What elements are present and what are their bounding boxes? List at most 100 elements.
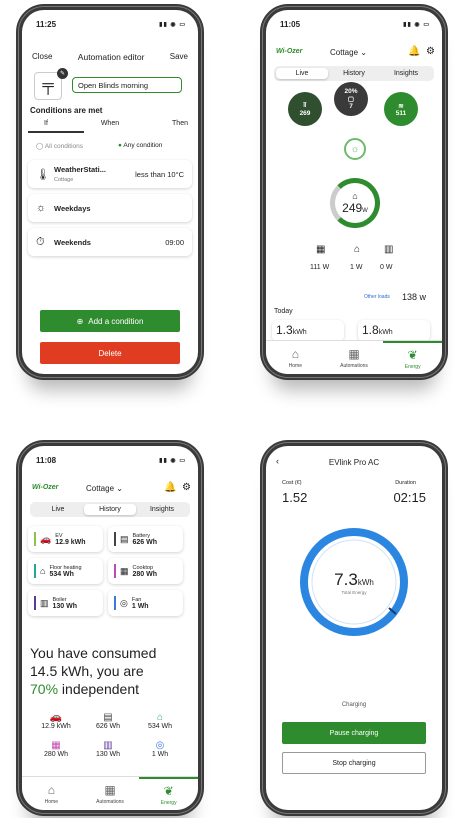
condition-weatherstation[interactable]: 🌡 WeatherStati... Cottage less than 10°C xyxy=(28,160,192,188)
load-icon: ⌂ xyxy=(40,566,46,576)
wifi-icon: ≋ xyxy=(398,102,404,110)
load-icon: ▥ xyxy=(40,597,49,608)
edit-icon[interactable]: ✎ xyxy=(57,68,68,79)
phone-ev-charger: ‹ EVlink Pro AC Cost (€) 1.52 Duration 0… xyxy=(260,440,448,816)
grid-icon: ▦ xyxy=(348,346,360,361)
close-button[interactable]: Close xyxy=(32,52,52,62)
any-condition-radio[interactable]: ● Any condition xyxy=(118,142,162,149)
load-icon: 🚗 xyxy=(40,533,52,544)
pause-charging-button[interactable]: Pause charging xyxy=(282,722,426,744)
leaf-icon: ❦ xyxy=(407,347,418,362)
battery-bubble[interactable]: ≋ 511 xyxy=(384,92,418,126)
load-card[interactable]: ⌂ Floor heating 534 Wh xyxy=(28,558,103,584)
status-text: Charging xyxy=(341,702,367,708)
grid-icon: ▦ xyxy=(104,782,116,797)
nav-home[interactable]: ⌂ Home xyxy=(266,341,325,374)
load-icon: ▤ xyxy=(120,533,129,544)
load-value: 111 W xyxy=(310,264,330,271)
condition-weekdays[interactable]: ☼ Weekdays xyxy=(28,194,192,222)
tab-then[interactable]: Then xyxy=(172,120,188,127)
stop-charging-button[interactable]: Stop charging xyxy=(282,752,426,774)
other-loads-value: 138 w xyxy=(402,292,427,302)
all-conditions-radio[interactable]: ◯ All conditions xyxy=(36,142,83,150)
status-icons: ▮▮ ◉ ▭ xyxy=(403,21,430,28)
house-icon: ⌂ xyxy=(47,782,55,797)
today-label: Today xyxy=(274,308,293,315)
site-selector[interactable]: Cottage ⌄ xyxy=(86,484,123,493)
nav-automations[interactable]: ▦ Automations xyxy=(325,341,384,374)
section-title: Conditions are met xyxy=(30,106,103,115)
tab-history[interactable]: History xyxy=(328,68,380,79)
condition-weekends[interactable]: ⏱ Weekends 09:00 xyxy=(28,228,192,256)
other-loads-link[interactable]: Other loads xyxy=(364,294,390,300)
energy-label: Total Energy xyxy=(341,590,367,595)
load-value: 0 W xyxy=(380,264,393,271)
page-title: Automation editor xyxy=(77,52,145,62)
load-icon: ◎ xyxy=(120,597,128,608)
house-icon: ⌂ xyxy=(352,191,358,201)
leaf-icon: ❦ xyxy=(163,783,174,798)
sun-icon: ☼ xyxy=(36,202,47,214)
energy-value: 7.3kWh xyxy=(334,570,374,589)
nav-home[interactable]: ⌂ Home xyxy=(22,777,81,810)
status-icons: ▮▮ ◉ ▭ xyxy=(159,457,186,464)
brand-logo: Wi-Ozer xyxy=(32,484,59,491)
load-card[interactable]: ▤ Battery 626 Wh xyxy=(108,526,183,552)
tab-live[interactable]: Live xyxy=(32,504,84,515)
gear-icon[interactable]: ⚙ xyxy=(182,482,191,493)
delete-button[interactable]: Delete xyxy=(40,342,180,364)
today-card[interactable]: 1.8kWh xyxy=(358,320,430,342)
consumption-summary: You have consumed 14.5 kWh, you are 70% i… xyxy=(30,645,157,697)
save-button[interactable]: Save xyxy=(170,52,188,62)
thermometer-icon: 🌡 xyxy=(36,168,50,181)
grid-bubble[interactable]: ⫪ 269 xyxy=(288,92,322,126)
load-card[interactable]: 🚗 EV 12.9 kWh xyxy=(28,526,103,552)
add-condition-button[interactable]: ⊕ Add a condition xyxy=(40,310,180,332)
brand-logo: Wi-Ozer xyxy=(276,48,303,55)
load-card[interactable]: ▥ Boiler 130 Wh xyxy=(28,590,103,616)
home-consumption-ring: ⌂ 249W xyxy=(330,178,380,228)
cooktop-icon: ▦ xyxy=(316,244,326,255)
page-title: EVlink Pro AC xyxy=(328,458,380,467)
gear-icon[interactable]: ⚙ xyxy=(426,46,435,57)
duration-label: Duration xyxy=(395,480,416,486)
load-card[interactable]: ◎ Fan 1 Wh xyxy=(108,590,183,616)
load-stat: ◎ 1 Wh xyxy=(151,740,169,758)
chevron-down-icon: ⌄ xyxy=(116,484,123,493)
nav-energy[interactable]: ❦ Energy xyxy=(139,777,198,810)
tab-if[interactable]: If xyxy=(44,120,48,127)
plus-icon: ⊕ xyxy=(76,316,84,326)
today-card[interactable]: 1.3kWh xyxy=(272,320,344,342)
solar-bubble[interactable]: 20% ▢ 7 xyxy=(334,82,368,116)
tab-history[interactable]: History xyxy=(84,504,136,515)
tab-insights[interactable]: Insights xyxy=(380,68,432,79)
load-stat: 🚗 12.9 kWh xyxy=(41,712,71,730)
house-icon: ⌂ xyxy=(354,244,361,255)
nav-automations[interactable]: ▦ Automations xyxy=(81,777,140,810)
cost-label: Cost (€) xyxy=(282,480,302,486)
sun-icon: ☼ xyxy=(344,138,366,160)
bell-icon[interactable]: 🔔 xyxy=(408,46,420,57)
status-time: 11:05 xyxy=(280,19,301,29)
load-stat: ▥ 130 Wh xyxy=(95,740,121,758)
load-card[interactable]: ▦ Cooktop 280 Wh xyxy=(108,558,183,584)
status-time: 11:08 xyxy=(36,455,57,465)
load-icon: ▦ xyxy=(120,565,129,576)
status-time: 11:25 xyxy=(36,19,57,29)
status-icons: ▮▮ ◉ ▭ xyxy=(159,21,186,28)
clock-icon: ⏱ xyxy=(36,235,45,248)
phone-history: 11:08 ▮▮ ◉ ▭ Wi-Ozer Cottage ⌄ 🔔 ⚙ Live H… xyxy=(16,440,204,816)
tab-insights[interactable]: Insights xyxy=(136,504,188,515)
tab-live[interactable]: Live xyxy=(276,68,328,79)
tab-indicator xyxy=(28,131,84,133)
site-selector[interactable]: Cottage ⌄ xyxy=(330,48,367,57)
cost-value: 1.52 xyxy=(282,490,308,505)
house-icon: ⌂ xyxy=(291,346,299,361)
tab-when[interactable]: When xyxy=(101,120,119,127)
bell-icon[interactable]: 🔔 xyxy=(164,482,176,493)
duration-value: 02:15 xyxy=(393,490,426,505)
automation-name-input[interactable]: Open Blinds morning xyxy=(72,77,182,93)
nav-energy[interactable]: ❦ Energy xyxy=(383,341,442,374)
load-value: 1 W xyxy=(350,264,363,271)
chevron-down-icon: ⌄ xyxy=(360,48,367,57)
